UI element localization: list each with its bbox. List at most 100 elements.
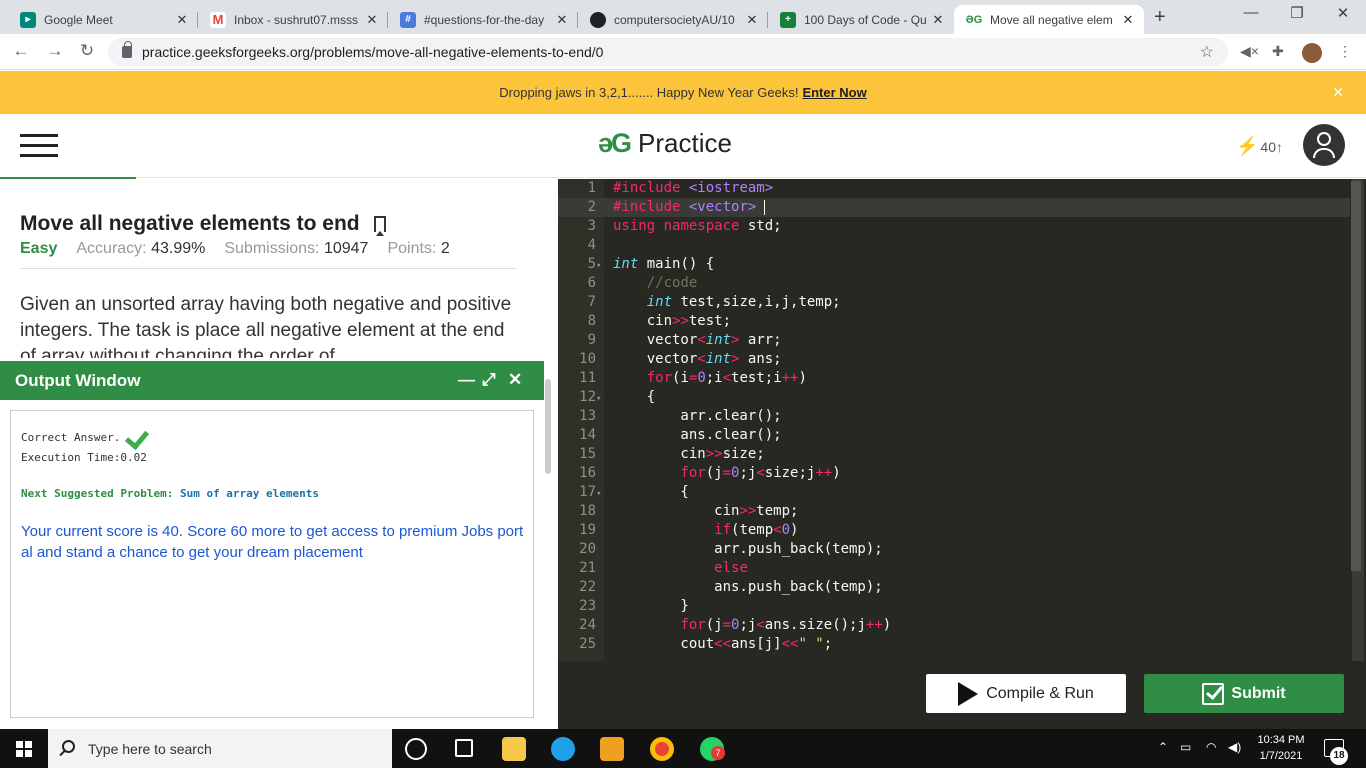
bookmark-icon[interactable] <box>373 216 386 236</box>
wifi-icon[interactable]: ◠ <box>1206 740 1216 754</box>
mute-tab-icon[interactable]: ◀× <box>1240 43 1259 60</box>
code-line[interactable]: 15 cin>>size; <box>558 445 1348 464</box>
code-text: vector<int> arr; <box>613 332 782 348</box>
code-line[interactable]: 9 vector<int> arr; <box>558 331 1348 350</box>
back-icon[interactable]: ← <box>10 41 32 61</box>
line-number: 22 <box>579 579 596 595</box>
code-line[interactable]: 19 if(temp<0) <box>558 521 1348 540</box>
code-line[interactable]: 18 cin>>temp; <box>558 502 1348 521</box>
edge-icon[interactable] <box>551 737 575 761</box>
task-view-icon[interactable] <box>455 739 473 757</box>
user-profile-icon[interactable] <box>1303 124 1345 166</box>
close-banner-icon[interactable]: ✕ <box>1332 84 1344 101</box>
site-header: əG Practice ⚡ 40 ↑ <box>0 114 1366 178</box>
submissions-value: 10947 <box>323 240 369 257</box>
code-line[interactable]: 22 ans.push_back(temp); <box>558 578 1348 597</box>
next-suggested-problem: Next Suggested Problem: Sum of array ele… <box>21 487 319 500</box>
line-number: 25 <box>579 636 596 652</box>
tab-google-meet[interactable]: ▸ Google Meet ✕ <box>8 5 198 34</box>
promo-banner: Dropping jaws in 3,2,1....... Happy New … <box>0 71 1366 114</box>
code-line[interactable]: 6 //code <box>558 274 1348 293</box>
close-window-icon[interactable]: ✕ <box>1320 4 1366 22</box>
site-logo[interactable]: əG Practice <box>598 128 732 159</box>
code-line[interactable]: 21 else <box>558 559 1348 578</box>
extensions-icon[interactable]: ✚ <box>1272 43 1284 60</box>
battery-icon[interactable]: ▭ <box>1180 740 1191 754</box>
code-line[interactable]: 20 arr.push_back(temp); <box>558 540 1348 559</box>
submit-check-icon <box>1202 682 1225 705</box>
panel-scrollbar[interactable] <box>545 379 551 474</box>
forward-icon[interactable]: → <box>44 41 66 61</box>
text-cursor <box>764 200 765 215</box>
code-text: ans.push_back(temp); <box>613 579 883 595</box>
address-bar[interactable]: practice.geeksforgeeks.org/problems/move… <box>108 38 1228 66</box>
tab-questions-for-the-day[interactable]: # #questions-for-the-day ✕ <box>388 5 578 34</box>
taskbar-search[interactable]: Type here to search <box>48 729 392 768</box>
close-output-icon[interactable]: ✕ <box>508 370 522 390</box>
streak-score[interactable]: ⚡ 40 ↑ <box>1236 136 1283 157</box>
tab-move-all-negative[interactable]: ƏG Move all negative elem ✕ <box>954 5 1144 34</box>
code-line[interactable]: 8 cin>>test; <box>558 312 1348 331</box>
tab-gmail-inbox[interactable]: M Inbox - sushrut07.msss ✕ <box>198 5 388 34</box>
close-icon[interactable]: ✕ <box>364 12 380 28</box>
code-line[interactable]: 10 vector<int> ans; <box>558 350 1348 369</box>
close-icon[interactable]: ✕ <box>174 12 190 28</box>
star-icon[interactable]: ☆ <box>1200 42 1214 62</box>
tab-title: Move all negative elem <box>990 12 1113 27</box>
submit-button[interactable]: Submit <box>1144 674 1344 713</box>
tab-100-days-of-code[interactable]: + 100 Days of Code - Qu ✕ <box>768 5 954 34</box>
restore-icon[interactable]: ❐ <box>1274 4 1320 22</box>
system-clock[interactable]: 10:34 PM 1/7/2021 <box>1252 732 1310 764</box>
hamburger-menu-icon[interactable] <box>20 134 58 158</box>
compile-run-button[interactable]: Compile & Run <box>926 674 1126 713</box>
store-icon[interactable] <box>600 737 624 761</box>
close-icon[interactable]: ✕ <box>744 12 760 28</box>
code-line[interactable]: 4 <box>558 236 1348 255</box>
code-text: arr.push_back(temp); <box>613 541 883 557</box>
code-line[interactable]: 2 #include <vector> <box>558 198 1348 217</box>
line-number: 15 <box>579 446 596 462</box>
line-number: 1 <box>587 180 596 196</box>
code-line[interactable]: 14 ans.clear(); <box>558 426 1348 445</box>
code-line[interactable]: 13 arr.clear(); <box>558 407 1348 426</box>
code-line[interactable]: 11 for(i=0;i<test;i++) <box>558 369 1348 388</box>
minimize-icon[interactable]: — <box>1228 4 1274 21</box>
problem-meta: Easy Accuracy: 43.99% Submissions: 10947… <box>20 240 450 258</box>
chrome-icon[interactable] <box>650 737 674 761</box>
windows-taskbar: Type here to search 7 ⌃ ▭ ◠ ◀) 10:34 PM … <box>0 729 1366 768</box>
gfg-icon: ƏG <box>965 11 983 28</box>
show-hidden-icons[interactable]: ⌃ <box>1158 740 1168 754</box>
banner-cta-link[interactable]: Enter Now <box>802 85 866 100</box>
expand-output-icon[interactable]: ⤢ <box>482 370 496 390</box>
code-editor[interactable]: 1 #include <iostream> 2 #include <vector> 3 u… <box>558 179 1366 661</box>
code-line[interactable]: 5▾ int main() { <box>558 255 1348 274</box>
code-line[interactable]: 1 #include <iostream> <box>558 179 1348 198</box>
gfg-logo-icon: əG <box>598 128 632 158</box>
code-line[interactable]: 17▾ { <box>558 483 1348 502</box>
code-line[interactable]: 3 using namespace std; <box>558 217 1348 236</box>
tab-github[interactable]: computersocietyAU/10 ✕ <box>578 5 768 34</box>
code-line[interactable]: 24 for(j=0;j<ans.size();j++) <box>558 616 1348 635</box>
editor-scrollbar[interactable] <box>1351 179 1364 661</box>
code-text: int test,size,i,j,temp; <box>646 294 841 310</box>
reload-icon[interactable]: ↻ <box>76 41 98 61</box>
profile-avatar[interactable] <box>1302 43 1322 63</box>
windows-start-icon[interactable] <box>16 741 32 757</box>
close-icon[interactable]: ✕ <box>1120 12 1136 28</box>
minimize-output-icon[interactable]: — <box>458 370 475 390</box>
menu-icon[interactable]: ⋮ <box>1338 43 1352 60</box>
code-line[interactable]: 7 int test,size,i,j,temp; <box>558 293 1348 312</box>
close-icon[interactable]: ✕ <box>930 12 946 28</box>
code-line[interactable]: 12▾ { <box>558 388 1348 407</box>
code-line[interactable]: 23 } <box>558 597 1348 616</box>
close-icon[interactable]: ✕ <box>554 12 570 28</box>
code-line[interactable]: 16 for(j=0;j<size;j++) <box>558 464 1348 483</box>
new-tab-button[interactable]: + <box>1154 6 1166 29</box>
volume-icon[interactable]: ◀) <box>1228 740 1241 754</box>
file-explorer-icon[interactable] <box>502 737 526 761</box>
code-text: for(i=0;i<test;i++) <box>646 370 807 386</box>
next-problem-link[interactable]: Sum of array elements <box>180 487 319 500</box>
code-line[interactable]: 25 cout<<ans[j]<<" "; <box>558 635 1348 654</box>
cortana-icon[interactable] <box>405 738 427 760</box>
compile-run-label: Compile & Run <box>986 684 1094 702</box>
